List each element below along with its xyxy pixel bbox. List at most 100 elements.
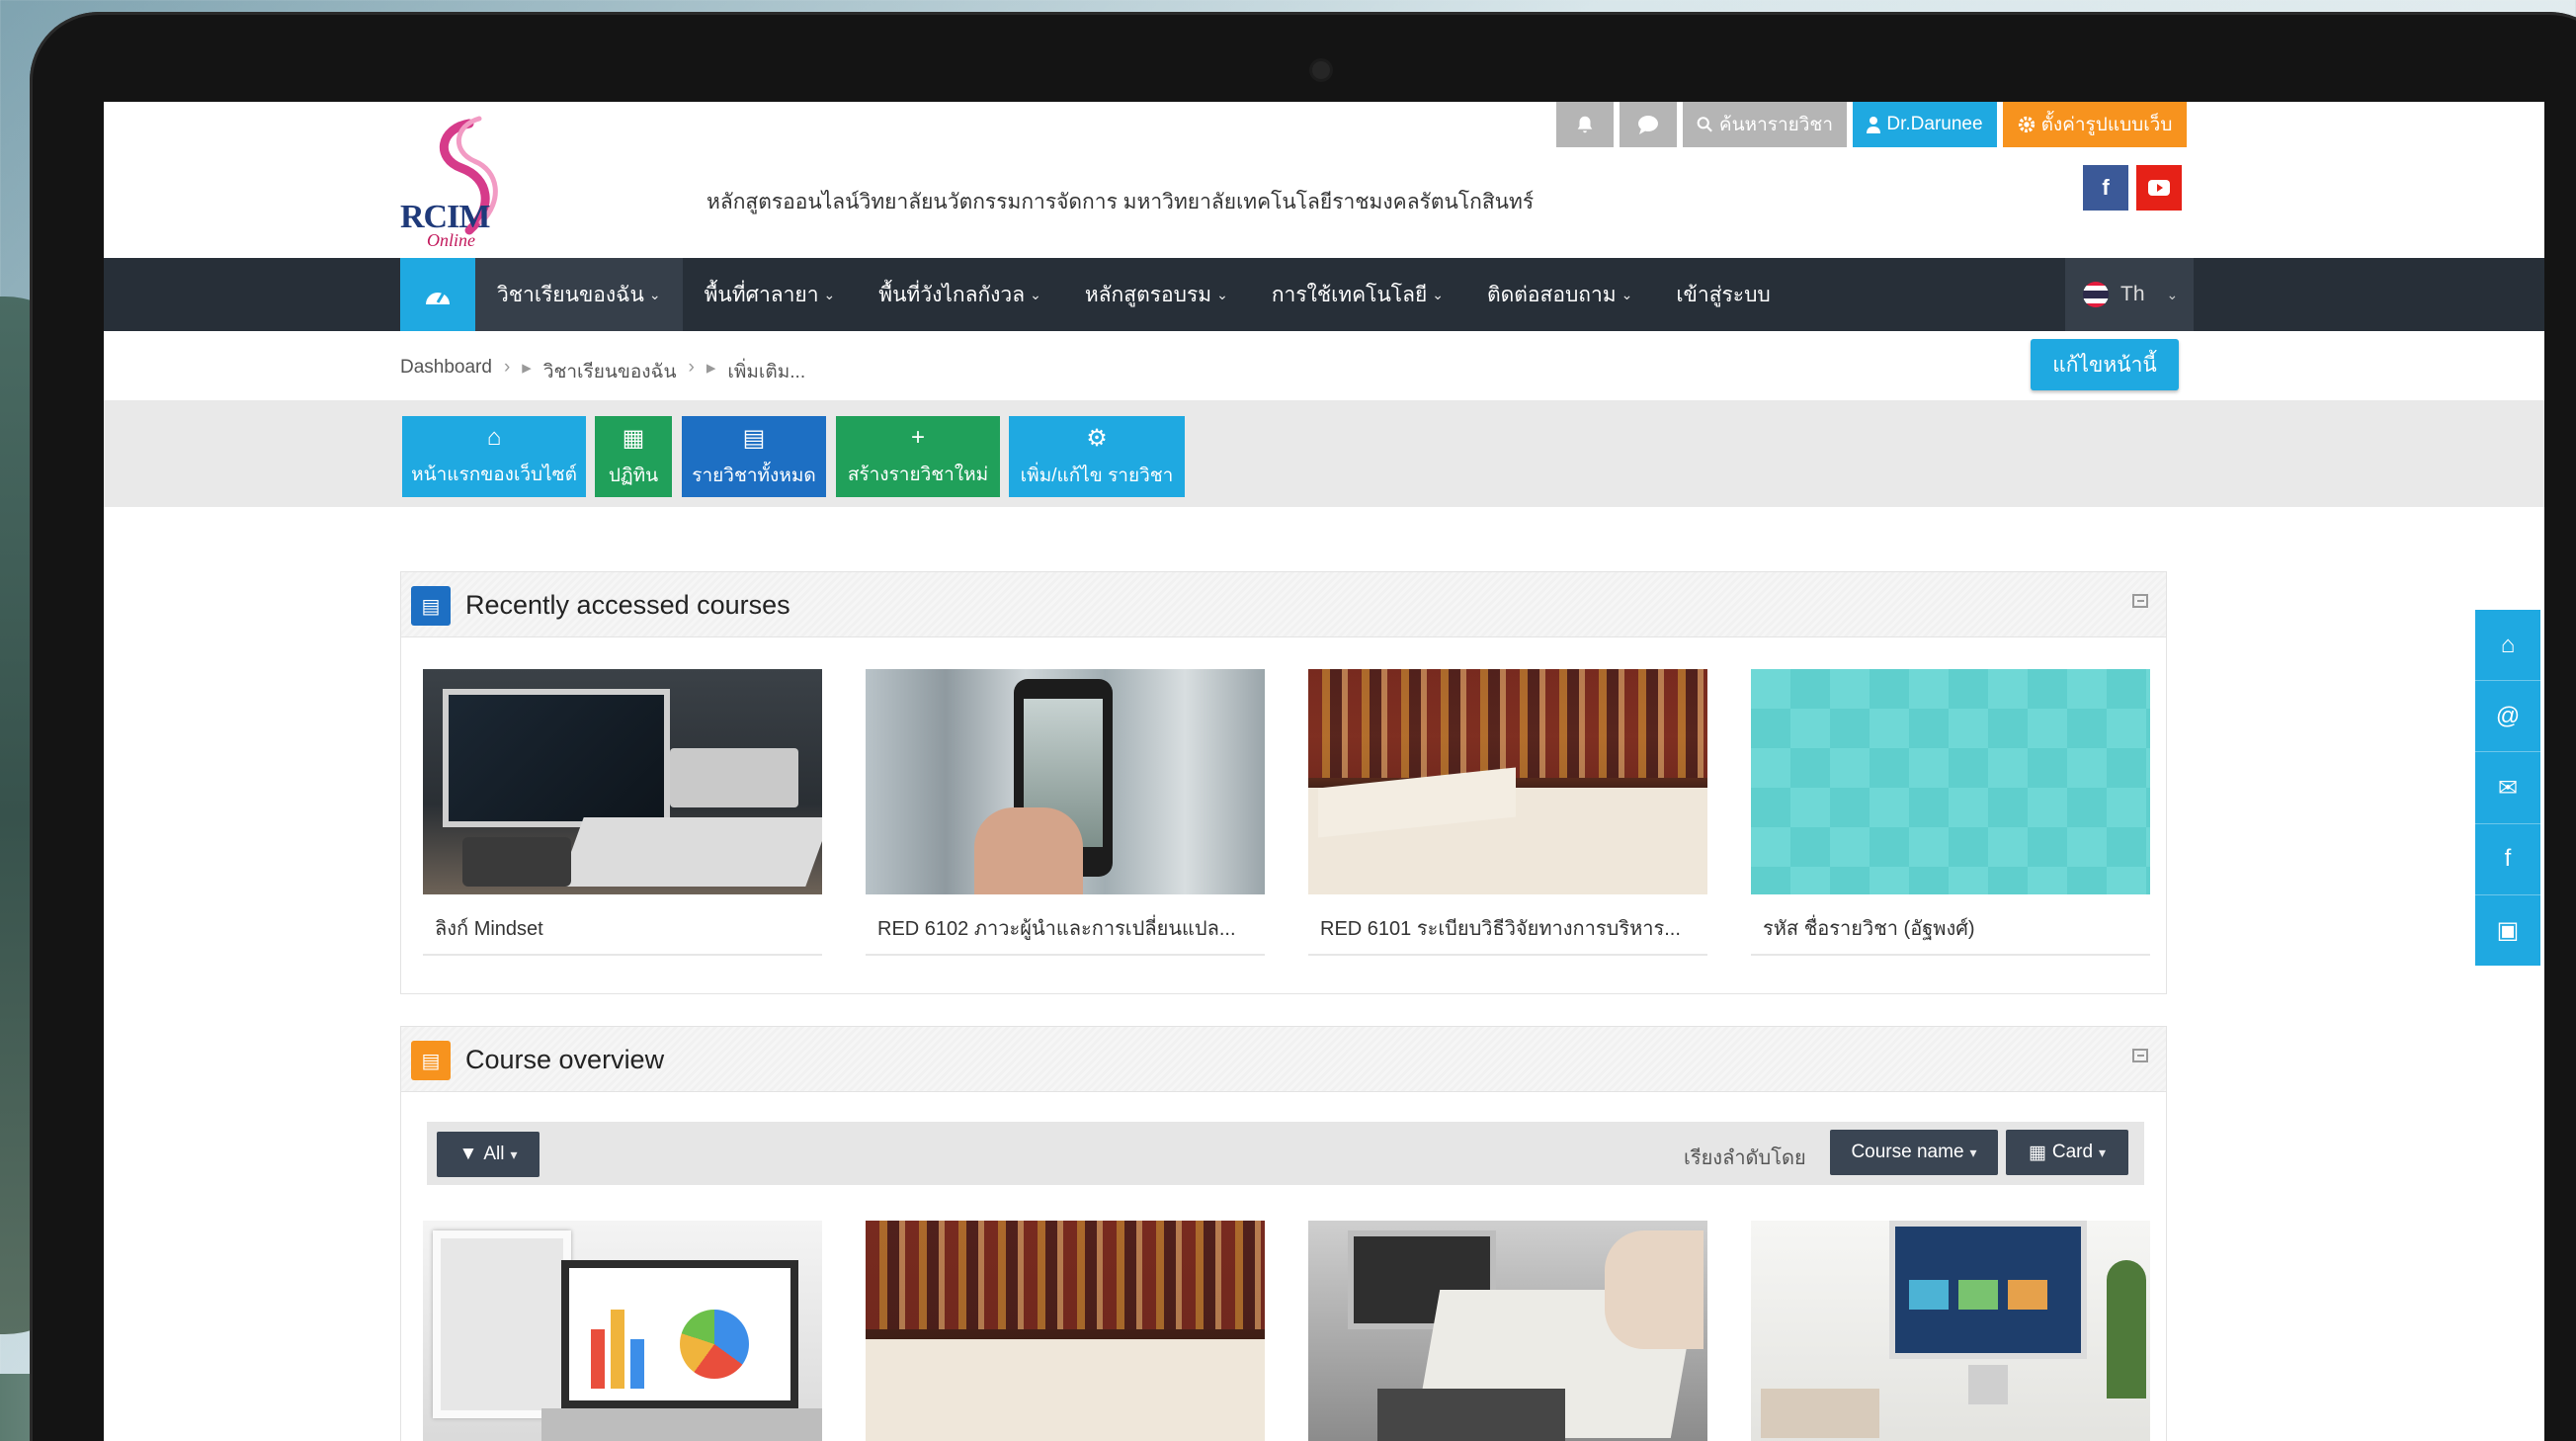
caret-down-icon: ▾ (1969, 1144, 1977, 1160)
nav-label: พื้นที่ศาลายา (704, 283, 819, 306)
course-card[interactable] (1308, 1221, 1707, 1441)
course-card[interactable] (866, 1221, 1265, 1441)
course-card[interactable] (1751, 1221, 2150, 1441)
nav-item-login[interactable]: เข้าสู่ระบบ (1654, 258, 1791, 331)
course-thumbnail[interactable] (866, 669, 1265, 894)
course-overview-panel: ▤ Course overview ▼ All ▾ เรียงลำดับโดย … (400, 1026, 2167, 1441)
course-thumbnail[interactable] (423, 669, 822, 894)
floating-side-menu: ⌂ @ ✉ f ▣ (2475, 610, 2540, 966)
youtube-button[interactable] (2136, 165, 2182, 211)
book-icon: ▤ (742, 424, 766, 452)
chat-bubble-icon (1638, 116, 1658, 134)
course-card[interactable]: รหัส ชื่อรายวิชา (อัฐพงศ์) (1751, 669, 2150, 956)
nav-item-my-courses[interactable]: วิชาเรียนของฉัน ⌄ (475, 258, 683, 331)
top-toolbar: ค้นหารายวิชา Dr.Darunee ตั้งค่ารูปแบบเว็… (1556, 102, 2187, 147)
laptop-screen: RCIM Online หลักสูตรออนไลน์วิทยาลัยนวัตก… (104, 102, 2544, 1441)
course-thumbnail[interactable] (1751, 1221, 2150, 1441)
facebook-button[interactable]: f (2083, 165, 2128, 211)
chevron-down-icon: ⌄ (1216, 286, 1228, 302)
edit-page-button[interactable]: แก้ไขหน้านี้ (2031, 339, 2179, 390)
nav-item-training[interactable]: หลักสูตรอบรม ⌄ (1063, 258, 1250, 331)
messages-button[interactable] (1620, 102, 1677, 147)
nav-label: การใช้เทคโนโลยี (1271, 283, 1428, 306)
panel-header: ▤ Course overview (401, 1027, 2166, 1092)
chevron-down-icon: ⌄ (648, 286, 661, 302)
nav-label: เข้าสู่ระบบ (1676, 283, 1771, 306)
cogs-icon: ⚙ (1086, 424, 1108, 452)
side-home-button[interactable]: ⌂ (2475, 610, 2540, 682)
book-icon: ▤ (411, 586, 451, 626)
site-settings-button[interactable]: ตั้งค่ารูปแบบเว็บ (2003, 102, 2187, 147)
course-card[interactable] (423, 1221, 822, 1441)
caret-down-icon: ▾ (510, 1145, 518, 1162)
course-thumbnail[interactable] (1308, 669, 1707, 894)
filter-dropdown[interactable]: ▼ All ▾ (437, 1132, 540, 1177)
nav-item-salaya[interactable]: พื้นที่ศาลายา ⌄ (683, 258, 858, 331)
site-title: หลักสูตรออนไลน์วิทยาลัยนวัตกรรมการจัดการ… (706, 191, 1535, 213)
side-email-button[interactable]: @ (2475, 681, 2540, 753)
breadcrumb-my-courses[interactable]: วิชาเรียนของฉัน (543, 357, 677, 386)
nav-item-wang-klai-kangwon[interactable]: พื้นที่วังไกลกังวล ⌄ (857, 258, 1063, 331)
user-icon (1867, 117, 1881, 133)
at-sign-icon: @ (2495, 702, 2521, 729)
breadcrumb-more[interactable]: เพิ่มเติม... (727, 357, 805, 386)
dashboard-gauge-icon (426, 292, 450, 304)
all-courses-button[interactable]: ▤ รายวิชาทั้งหมด (682, 416, 826, 497)
side-bus-button[interactable]: ▣ (2475, 895, 2540, 966)
user-menu-button[interactable]: Dr.Darunee (1853, 102, 1997, 147)
course-name[interactable]: ลิงก์ Mindset (423, 894, 822, 956)
dashboard-home-button[interactable] (400, 258, 475, 331)
course-thumbnail[interactable] (866, 1221, 1265, 1441)
course-name[interactable]: รหัส ชื่อรายวิชา (อัฐพงศ์) (1751, 894, 2150, 956)
breadcrumb-dashboard[interactable]: Dashboard (400, 357, 492, 386)
chevron-down-icon: ⌄ (1030, 286, 1041, 302)
panel-title: Recently accessed courses (465, 590, 790, 620)
course-search-button[interactable]: ค้นหารายวิชา (1683, 102, 1847, 147)
course-thumbnail[interactable] (1308, 1221, 1707, 1441)
side-facebook-button[interactable]: f (2475, 824, 2540, 895)
calendar-button[interactable]: ▦ ปฏิทิน (595, 416, 672, 497)
course-thumbnail[interactable] (1751, 669, 2150, 894)
view-value: Card (2051, 1142, 2094, 1162)
chevron-down-icon: ⌄ (823, 286, 836, 302)
collapse-icon[interactable] (2132, 1049, 2148, 1062)
course-name[interactable]: RED 6102 ภาวะผู้นำและการเปลี่ยนแปล... (866, 894, 1265, 956)
quick-action-label: เพิ่ม/แก้ไข รายวิชา (1020, 465, 1174, 486)
breadcrumb: Dashboard › ▸ วิชาเรียนของฉัน › ▸ เพิ่มเ… (400, 357, 805, 386)
panel-header: ▤ Recently accessed courses (401, 572, 2166, 637)
site-header: RCIM Online หลักสูตรออนไลน์วิทยาลัยนวัตก… (104, 102, 2544, 258)
course-card[interactable]: ลิงก์ Mindset (423, 669, 822, 956)
course-card[interactable]: RED 6102 ภาวะผู้นำและการเปลี่ยนแปล... (866, 669, 1265, 956)
nav-item-contact[interactable]: ติดต่อสอบถาม ⌄ (1465, 258, 1654, 331)
calendar-icon: ▦ (622, 424, 645, 452)
create-course-button[interactable]: + สร้างรายวิชาใหม่ (836, 416, 1000, 497)
quick-action-label: หน้าแรกของเว็บไซต์ (411, 465, 577, 485)
filter-value: All (483, 1144, 505, 1164)
side-mail-button[interactable]: ✉ (2475, 752, 2540, 824)
sort-dropdown[interactable]: Course name ▾ (1830, 1130, 1998, 1175)
view-dropdown[interactable]: ▦ Card ▾ (2006, 1130, 2128, 1175)
course-name[interactable]: RED 6101 ระเบียบวิธีวิจัยทางการบริหาร... (1308, 894, 1707, 956)
quick-action-label: สร้างรายวิชาใหม่ (847, 465, 989, 485)
chevron-down-icon: ⌄ (1432, 286, 1444, 302)
nav-item-technology[interactable]: การใช้เทคโนโลยี ⌄ (1250, 258, 1465, 331)
course-card[interactable]: RED 6101 ระเบียบวิธีวิจัยทางการบริหาร... (1308, 669, 1707, 956)
collapse-icon[interactable] (2132, 594, 2148, 608)
recently-accessed-panel: ▤ Recently accessed courses ลิงก์ Mindse… (400, 571, 2167, 994)
breadcrumb-separator: › (503, 357, 511, 378)
panel-title: Course overview (465, 1045, 665, 1074)
course-thumbnail[interactable] (423, 1221, 822, 1441)
site-home-button[interactable]: ⌂ หน้าแรกของเว็บไซต์ (402, 416, 586, 497)
user-name: Dr.Darunee (1886, 114, 1983, 134)
manage-courses-button[interactable]: ⚙ เพิ่ม/แก้ไข รายวิชา (1009, 416, 1185, 497)
sort-label: เรียงลำดับโดย (1684, 1147, 1806, 1169)
plus-icon: + (910, 424, 925, 451)
nav-label: หลักสูตรอบรม (1084, 283, 1212, 306)
quick-action-label: รายวิชาทั้งหมด (692, 465, 816, 486)
language-selector[interactable]: Th ⌄ (2065, 258, 2194, 331)
breadcrumb-separator: › (688, 357, 695, 378)
facebook-icon: f (2504, 845, 2512, 873)
notification-button[interactable] (1556, 102, 1614, 147)
language-label: Th (2120, 283, 2145, 305)
bell-icon (1577, 116, 1593, 133)
